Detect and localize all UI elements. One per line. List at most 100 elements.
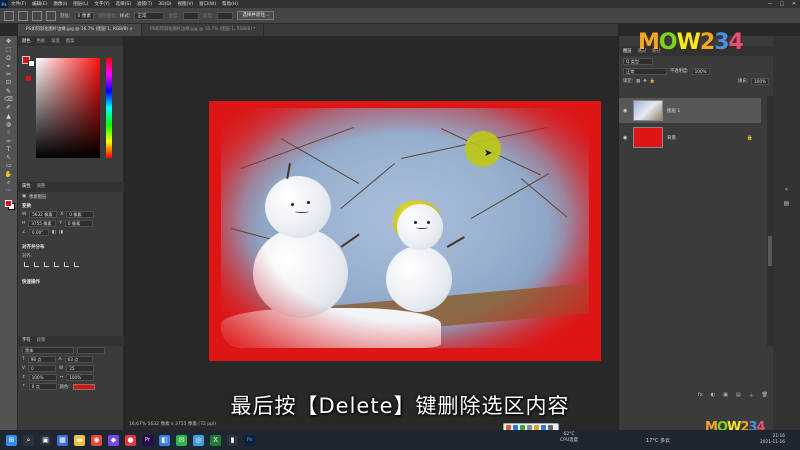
tab-gradients[interactable]: 渐变 [51,38,60,44]
select-and-mask-button[interactable]: 选择并遮住... [237,11,275,20]
menu-image[interactable]: 图像(I) [50,1,70,7]
brush-tool-icon[interactable]: ✎ [3,88,14,96]
path-select-tool-icon[interactable]: ↖ [3,154,14,162]
close-button[interactable]: ✕ [788,0,800,8]
horizontal-scale-input[interactable]: 100% [66,374,95,381]
lock-position-icon[interactable]: ✥ [643,79,647,84]
cpu-temp-widget[interactable]: 62°C CPU温度 [560,432,578,444]
app-2-icon[interactable]: ● [125,434,136,446]
eraser-tool-icon[interactable]: ⌫ [3,96,14,104]
marquee-tool-icon[interactable] [4,10,14,21]
menu-edit[interactable]: 编辑(E) [29,1,50,7]
widgets-icon[interactable]: ▦ [57,434,68,446]
chrome-icon[interactable]: ◉ [91,434,102,446]
fx-icon[interactable]: fx [698,392,703,398]
x-input[interactable]: 0 像素 [66,211,95,218]
new-layer-icon[interactable]: ＋ [749,392,754,399]
mask-icon[interactable]: ▣ [723,392,728,398]
move-tool-icon[interactable]: ✥ [3,38,14,46]
tab-adjustments[interactable]: 调整 [37,182,46,192]
visibility-eye-icon[interactable]: ◉ [623,135,629,141]
vertical-scale-input[interactable]: 100% [28,374,57,381]
align-bottom-icon[interactable] [74,262,79,267]
fill-input[interactable]: 100% [751,77,769,85]
text-color-swatch[interactable] [72,383,95,390]
tab-patterns[interactable]: 图案 [66,38,75,44]
hand-tool-icon[interactable]: ✋ [3,171,14,179]
new-selection-icon[interactable] [18,10,28,21]
system-clock[interactable]: 21:16 2021-11-16 [760,434,785,446]
app-4-icon[interactable]: ◎ [193,434,204,446]
lock-pixels-icon[interactable]: ▦ [636,79,640,84]
layer-filter-select[interactable]: Q 类型 [623,57,653,65]
baseline-input[interactable]: 0 点 [28,383,57,390]
gradient-tool-icon[interactable]: ▲ [3,113,14,121]
flip-horizontal-icon[interactable]: ◧ [52,230,56,235]
premiere-icon[interactable]: Pr [142,434,153,446]
align-left-icon[interactable] [24,262,29,267]
blend-mode-select[interactable]: 正常 [623,67,667,75]
weather-widget[interactable]: 17°C 多云 [646,437,670,444]
subtract-selection-icon[interactable] [46,10,56,21]
zoom-tool-icon[interactable]: ⌕ [3,179,14,187]
tab-color[interactable]: 颜色 [22,38,31,44]
tracking-input[interactable]: 25 [66,365,95,372]
y-input[interactable]: 0 像素 [64,220,93,227]
menu-file[interactable]: 文件(F) [8,1,29,7]
antialias-checkbox[interactable]: 消除锯齿 [98,13,116,19]
tab-swatches[interactable]: 色板 [37,38,46,44]
tab-document-1[interactable]: PS如何羽化图片边缘.jpg @ 16.7% (图层 1, RGB/8) × [18,24,142,36]
visibility-eye-icon[interactable]: ◉ [623,108,629,114]
w-input[interactable]: 5632 像素 [29,211,58,218]
height-input[interactable] [217,11,234,20]
shape-tool-icon[interactable]: ▭ [3,162,14,170]
tab-paragraph[interactable]: 段落 [37,336,46,346]
snowman-photo[interactable] [221,108,589,348]
feather-input[interactable]: 0 像素 [74,11,94,20]
tab-document-2[interactable]: PS如何羽化图片边缘.jpg @ 16.7% (图层 1, RGB/8) * [142,24,265,36]
align-hcenter-icon[interactable] [34,262,39,267]
foreground-color-swatch[interactable] [5,199,12,207]
dock-expand-icon[interactable]: « [782,186,792,194]
excel-icon[interactable]: X [210,434,221,446]
menu-help[interactable]: 帮助(H) [219,1,241,7]
more-tools-icon[interactable]: ⋯ [3,187,14,195]
menu-layer[interactable]: 图层(L) [70,1,91,7]
menu-view[interactable]: 视图(V) [175,1,197,7]
type-tool-icon[interactable]: T [3,146,14,154]
tab-layers[interactable]: 图层 [623,48,632,54]
font-size-input[interactable]: 98 点 [27,356,56,363]
crop-tool-icon[interactable]: ✂ [3,71,14,79]
align-vcenter-icon[interactable] [64,262,69,267]
lasso-tool-icon[interactable]: ʘ [3,55,14,63]
menu-window[interactable]: 窗口(W) [196,1,219,7]
hue-slider[interactable] [106,58,112,158]
align-top-icon[interactable] [54,262,59,267]
align-right-icon[interactable] [44,262,49,267]
app-3-icon[interactable]: ◧ [159,434,170,446]
angle-input[interactable]: 0.00° [28,229,49,236]
delete-layer-icon[interactable]: 🗑 [762,392,768,398]
pen-tool-icon[interactable]: ✑ [3,138,14,146]
tab-character[interactable]: 字符 [22,336,31,346]
windows-start-icon[interactable]: ⊞ [6,434,17,446]
frame-tool-icon[interactable]: ⊡ [3,79,14,87]
wechat-icon[interactable]: ✉ [176,434,187,446]
task-view-icon[interactable]: ▣ [40,434,51,446]
minimize-button[interactable]: — [764,0,776,8]
history-brush-tool-icon[interactable]: ✐ [3,104,14,112]
file-explorer-icon[interactable]: ▬ [74,434,85,446]
dodge-tool-icon[interactable]: ☝ [3,129,14,137]
photoshop-taskbar-icon[interactable]: Ps [244,434,255,446]
menu-type[interactable]: 文字(Y) [91,1,112,7]
layers-scrollbar-thumb[interactable] [768,236,772,266]
dock-panel-icon[interactable]: ▤ [782,200,792,208]
tab-properties[interactable]: 属性 [22,182,31,192]
marquee-tool-icon[interactable]: ⬚ [3,46,14,54]
menu-filter[interactable]: 滤镜(T) [134,1,155,7]
style-select[interactable]: 正常 [134,11,165,20]
opacity-input[interactable]: 100% [691,67,710,75]
adjustment-icon[interactable]: ◐ [711,392,715,398]
flip-vertical-icon[interactable]: ◨ [59,230,63,235]
menu-select[interactable]: 选择(S) [113,1,134,7]
